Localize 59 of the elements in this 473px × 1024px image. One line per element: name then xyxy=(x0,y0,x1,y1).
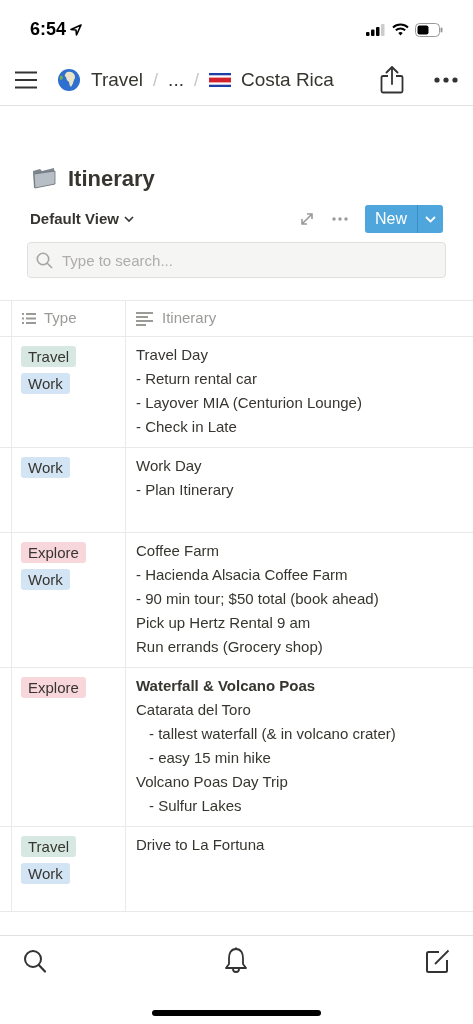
signal-icon xyxy=(366,23,386,36)
search-icon xyxy=(36,252,53,269)
itinerary-line: - Plan Itinerary xyxy=(136,480,235,500)
breadcrumb-link[interactable]: Costa Rica xyxy=(208,65,334,95)
itinerary-line: - tallest waterfall (& in volcano crater) xyxy=(148,724,397,744)
caret-icon xyxy=(425,215,436,223)
breadcrumb-link[interactable]: Travel xyxy=(57,65,144,95)
status-time: 6:54 xyxy=(30,18,67,41)
itinerary-line: Travel Day xyxy=(136,345,209,365)
column-header: Itinerary xyxy=(162,308,217,329)
bell-icon[interactable] xyxy=(224,947,248,975)
itinerary-line: - easy 15 min hike xyxy=(148,748,272,768)
itinerary-line: Drive to La Fortuna xyxy=(136,835,266,855)
type-tag: Explore xyxy=(21,542,86,563)
compose-icon[interactable] xyxy=(425,948,450,974)
itinerary-line: Coffee Farm xyxy=(136,541,221,561)
type-tag: Work xyxy=(21,373,70,394)
wifi-icon xyxy=(392,23,409,36)
itinerary-line: - Sulfur Lakes xyxy=(148,796,243,816)
page-title: Itinerary xyxy=(68,164,155,193)
itinerary-line: - Layover MIA (Centurion Lounge) xyxy=(136,393,363,413)
location-arrow-icon xyxy=(70,23,83,36)
type-tag: Travel xyxy=(21,836,77,857)
list-icon xyxy=(22,313,36,324)
breadcrumb-separator: / xyxy=(193,68,199,92)
flag-icon xyxy=(208,73,231,87)
search-field[interactable]: Type to search... xyxy=(27,242,446,278)
itinerary-line: Pick up Hertz Rental 9 am xyxy=(136,613,312,633)
share-icon[interactable] xyxy=(380,66,404,94)
battery-icon xyxy=(415,22,443,37)
folder-icon xyxy=(32,167,56,189)
search-icon[interactable] xyxy=(23,948,47,974)
itinerary-line: Catarata del Toro xyxy=(136,700,252,720)
column-header: Type xyxy=(44,308,77,329)
type-tag: Work xyxy=(21,863,70,884)
type-tag: Work xyxy=(21,457,70,478)
caret-icon xyxy=(123,215,134,223)
new-dropdown-button[interactable] xyxy=(417,205,443,233)
itinerary-line: Waterfall & Volcano Poas xyxy=(136,676,317,696)
more-icon[interactable] xyxy=(434,77,458,83)
type-tag: Work xyxy=(21,569,70,590)
text-lines-icon xyxy=(136,311,153,326)
itinerary-line: - Hacienda Alsacia Coffee Farm xyxy=(136,565,349,585)
itinerary-line: - 90 min tour; $50 total (book ahead) xyxy=(136,589,380,609)
menu-icon[interactable] xyxy=(15,71,37,89)
view-dropdown[interactable]: Default View xyxy=(30,207,134,231)
itinerary-line: Volcano Poas Day Trip xyxy=(136,772,289,792)
globe-icon xyxy=(57,68,81,92)
type-tag: Travel xyxy=(21,346,77,367)
expand-icon[interactable] xyxy=(300,212,314,226)
type-tag: Explore xyxy=(21,677,86,698)
breadcrumb-separator: / xyxy=(153,68,159,92)
breadcrumb-link[interactable]: ... xyxy=(168,65,184,95)
itinerary-line: Run errands (Grocery shop) xyxy=(136,637,324,657)
itinerary-line: - Return rental car xyxy=(136,369,258,389)
breadcrumb-label: Costa Rica xyxy=(240,67,334,92)
itinerary-line: - Check in Late xyxy=(136,417,238,437)
breadcrumb-label: Travel xyxy=(91,67,144,92)
itinerary-line: Work Day xyxy=(136,456,203,476)
